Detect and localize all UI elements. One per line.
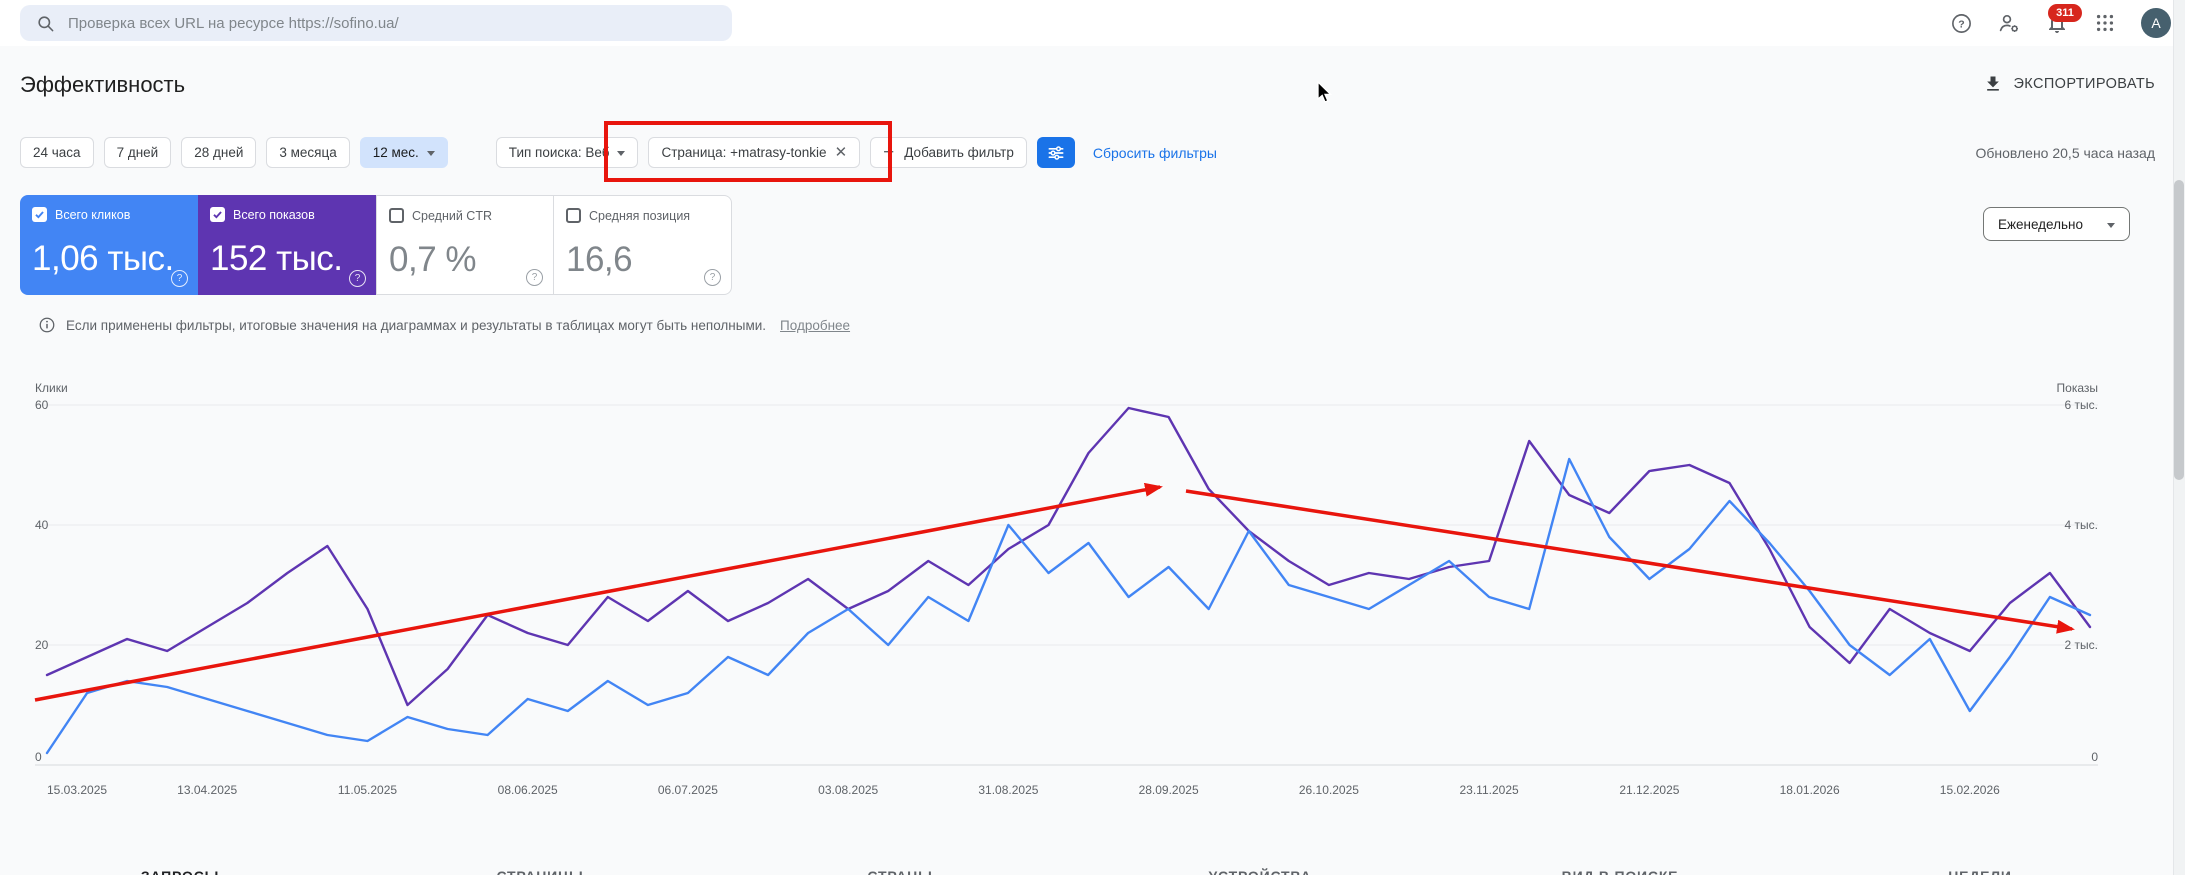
- range-chip-7d[interactable]: 7 дней: [104, 137, 172, 168]
- filter-notice: Если применены фильтры, итоговые значени…: [38, 316, 850, 334]
- export-label: ЭКСПОРТИРОВАТЬ: [2013, 76, 2155, 92]
- range-chip-24h[interactable]: 24 часа: [20, 137, 94, 168]
- last-updated-text: Обновлено 20,5 часа назад: [1975, 145, 2155, 161]
- plus-icon: +: [883, 143, 894, 162]
- page-filter-chip[interactable]: Страница: +matrasy-tonkie ✕: [648, 137, 860, 168]
- search-placeholder: Проверка всех URL на ресурсе https://sof…: [68, 15, 399, 32]
- download-icon: [1983, 74, 2003, 94]
- metric-label: Всего показов: [233, 208, 315, 222]
- search-type-chip[interactable]: Тип поиска: Веб: [496, 137, 639, 168]
- svg-text:40: 40: [35, 518, 49, 532]
- url-inspection-search-input[interactable]: Проверка всех URL на ресурсе https://sof…: [20, 5, 732, 41]
- svg-text:15.03.2025: 15.03.2025: [47, 783, 107, 797]
- metric-card-total-clicks[interactable]: Всего кликов 1,06 тыс. ?: [20, 195, 198, 295]
- chevron-down-icon: [2107, 223, 2115, 228]
- topbar: Проверка всех URL на ресурсе https://sof…: [0, 0, 2185, 46]
- scrollbar-thumb[interactable]: [2174, 180, 2184, 480]
- export-button[interactable]: ЭКСПОРТИРОВАТЬ: [1983, 74, 2155, 94]
- scrollbar-track[interactable]: [2173, 0, 2185, 875]
- apps-grid-icon[interactable]: [2093, 11, 2117, 35]
- checkbox-unchecked-icon[interactable]: [389, 208, 404, 223]
- checkbox-checked-icon[interactable]: [210, 207, 225, 222]
- tab-countries[interactable]: СТРАНЫ: [720, 868, 1080, 875]
- svg-text:Клики: Клики: [35, 381, 68, 395]
- tab-queries[interactable]: ЗАПРОСЫ: [0, 868, 360, 875]
- info-icon: [38, 316, 56, 334]
- chevron-down-icon: [617, 151, 625, 156]
- svg-text:?: ?: [1958, 18, 1964, 30]
- close-icon[interactable]: ✕: [835, 145, 848, 160]
- range-chip-12m-label: 12 мес.: [373, 145, 419, 160]
- sliders-icon: [1046, 143, 1066, 163]
- svg-text:28.09.2025: 28.09.2025: [1139, 783, 1199, 797]
- search-type-label: Тип поиска: Веб: [509, 145, 610, 160]
- svg-text:31.08.2025: 31.08.2025: [978, 783, 1038, 797]
- metric-card-average-position[interactable]: Средняя позиция 16,6 ?: [554, 195, 732, 295]
- svg-text:0: 0: [2091, 750, 2098, 764]
- filter-bar: 24 часа 7 дней 28 дней 3 месяца 12 мес. …: [20, 137, 1217, 168]
- metric-value: 16,6: [566, 240, 632, 280]
- metric-label: Средняя позиция: [589, 209, 690, 223]
- range-chip-12m[interactable]: 12 мес.: [360, 137, 448, 168]
- page-filter-label: Страница: +matrasy-tonkie: [661, 145, 826, 160]
- tab-search-appearance[interactable]: ВИД В ПОИСКЕ: [1440, 868, 1800, 875]
- svg-text:Показы: Показы: [2057, 381, 2098, 395]
- svg-text:15.02.2026: 15.02.2026: [1940, 783, 2000, 797]
- checkbox-checked-icon[interactable]: [32, 207, 47, 222]
- svg-text:08.06.2025: 08.06.2025: [498, 783, 558, 797]
- tab-pages[interactable]: СТРАНИЦЫ: [360, 868, 720, 875]
- notification-badge: 311: [2048, 4, 2082, 22]
- learn-more-link[interactable]: Подробнее: [780, 318, 850, 333]
- svg-text:11.05.2025: 11.05.2025: [338, 783, 397, 797]
- add-filter-label: Добавить фильтр: [904, 145, 1014, 160]
- svg-text:20: 20: [35, 638, 49, 652]
- avatar[interactable]: A: [2141, 8, 2171, 38]
- page-title: Эффективность: [20, 72, 185, 98]
- range-chip-28d[interactable]: 28 дней: [181, 137, 256, 168]
- svg-text:21.12.2025: 21.12.2025: [1619, 783, 1679, 797]
- metric-value: 1,06 тыс.: [32, 239, 174, 279]
- checkbox-unchecked-icon[interactable]: [566, 208, 581, 223]
- svg-text:4 тыс.: 4 тыс.: [2065, 518, 2098, 532]
- svg-text:03.08.2025: 03.08.2025: [818, 783, 878, 797]
- svg-text:6 тыс.: 6 тыс.: [2065, 398, 2098, 412]
- svg-text:0: 0: [35, 750, 42, 764]
- range-chip-3m[interactable]: 3 месяца: [266, 137, 349, 168]
- mouse-cursor: [1318, 82, 1331, 102]
- svg-text:06.07.2025: 06.07.2025: [658, 783, 718, 797]
- chevron-down-icon: [427, 151, 435, 156]
- metric-label: Всего кликов: [55, 208, 130, 222]
- help-circle-icon[interactable]: ?: [526, 269, 543, 286]
- filter-settings-button[interactable]: [1037, 137, 1075, 168]
- user-settings-icon[interactable]: [1997, 11, 2021, 35]
- search-console-performance-page: Проверка всех URL на ресурсе https://sof…: [0, 0, 2185, 875]
- granularity-label: Еженедельно: [1998, 217, 2083, 232]
- add-filter-chip[interactable]: + Добавить фильтр: [870, 137, 1027, 168]
- help-icon[interactable]: ?: [1949, 11, 1973, 35]
- reset-filters-link[interactable]: Сбросить фильтры: [1093, 145, 1217, 161]
- metric-value: 152 тыс.: [210, 239, 343, 279]
- metric-card-total-impressions[interactable]: Всего показов 152 тыс. ?: [198, 195, 376, 295]
- notice-text: Если применены фильтры, итоговые значени…: [66, 318, 766, 333]
- search-icon: [36, 14, 55, 33]
- svg-text:23.11.2025: 23.11.2025: [1460, 783, 1519, 797]
- svg-text:18.01.2026: 18.01.2026: [1780, 783, 1840, 797]
- help-circle-icon[interactable]: ?: [704, 269, 721, 286]
- metric-cards: Всего кликов 1,06 тыс. ? Всего показов 1…: [20, 195, 732, 295]
- svg-text:13.04.2025: 13.04.2025: [177, 783, 237, 797]
- tab-devices[interactable]: УСТРОЙСТВА: [1080, 868, 1440, 875]
- metric-value: 0,7 %: [389, 240, 476, 280]
- help-circle-icon[interactable]: ?: [171, 270, 188, 287]
- svg-text:60: 60: [35, 398, 49, 412]
- svg-text:26.10.2025: 26.10.2025: [1299, 783, 1359, 797]
- help-circle-icon[interactable]: ?: [349, 270, 366, 287]
- tab-weeks[interactable]: НЕДЕЛИ: [1800, 868, 2160, 875]
- metric-label: Средний CTR: [412, 209, 492, 223]
- svg-text:2 тыс.: 2 тыс.: [2065, 638, 2098, 652]
- metric-card-average-ctr[interactable]: Средний CTR 0,7 % ?: [376, 195, 554, 295]
- granularity-dropdown[interactable]: Еженедельно: [1983, 207, 2130, 241]
- performance-chart[interactable]: Клики Показы 0 0 20 2 тыс. 40 4 тыс. 60 6 тыс. 15.…: [0, 372, 2160, 804]
- dimension-tabs: ЗАПРОСЫ СТРАНИЦЫ СТРАНЫ УСТРОЙСТВА ВИД В…: [0, 868, 2160, 875]
